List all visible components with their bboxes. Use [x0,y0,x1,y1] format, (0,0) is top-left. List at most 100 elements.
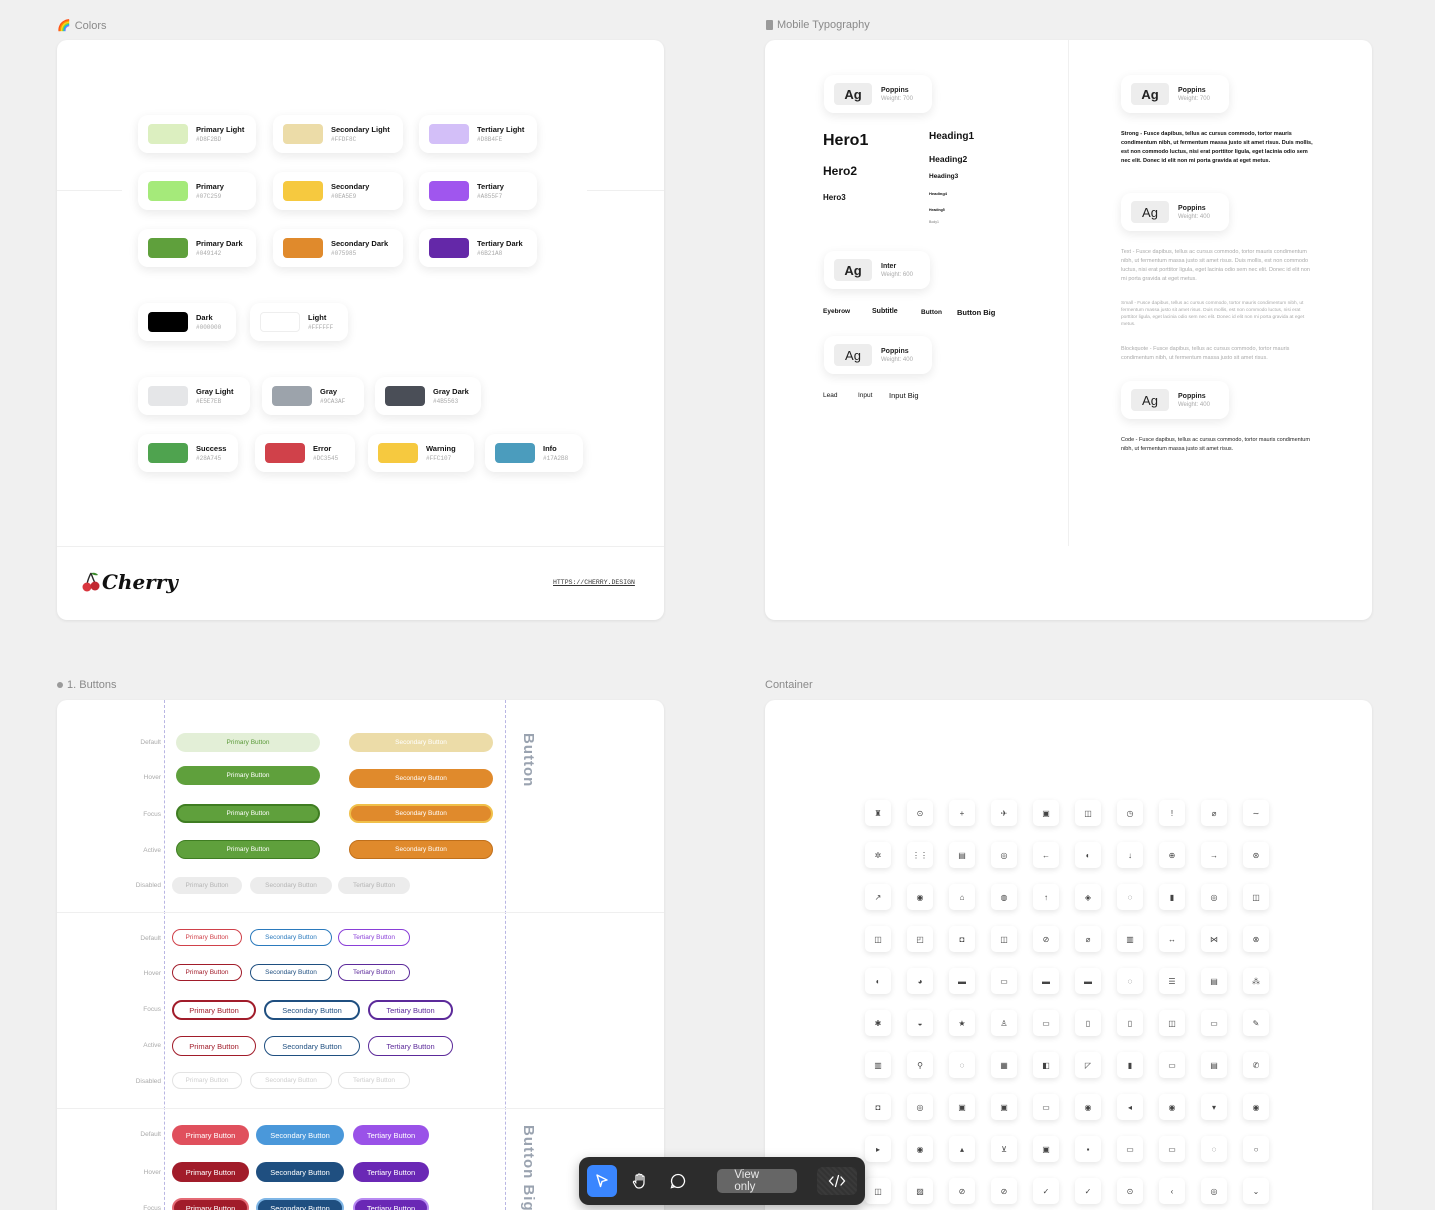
icon-tile[interactable]: ↗ [865,884,891,910]
icon-tile[interactable]: ∼ [1243,800,1269,826]
secondary-button[interactable]: Secondary Button [349,769,493,788]
icon-tile[interactable]: ▣ [1033,1136,1059,1162]
icon-tile[interactable]: ▾ [1201,1094,1227,1120]
primary-button[interactable]: Primary Button [172,929,242,946]
icon-tile[interactable]: ◷ [1117,800,1143,826]
icon-tile[interactable]: ⊘ [949,1178,975,1204]
primary-button[interactable]: Primary Button [172,1162,249,1182]
icon-tile[interactable]: ◧ [1033,1052,1059,1078]
icon-tile[interactable]: ✓ [1033,1178,1059,1204]
icon-tile[interactable]: ◸ [1075,1052,1101,1078]
colors-frame-label[interactable]: 🌈 Colors [57,19,107,33]
dev-mode-button[interactable] [817,1167,857,1195]
icon-tile[interactable]: ← [1033,842,1059,868]
secondary-button[interactable]: Secondary Button [256,1162,344,1182]
icon-tile[interactable]: ⋈ [1201,926,1227,952]
icon-tile[interactable]: ▭ [1159,1052,1185,1078]
icon-tile[interactable]: ◉ [1075,1094,1101,1120]
icon-tile[interactable]: ♙ [991,1010,1017,1036]
icon-tile[interactable]: ▥ [865,1052,891,1078]
icon-tile[interactable]: ▣ [1033,800,1059,826]
icon-tile[interactable]: ⊛ [1243,842,1269,868]
icon-tile[interactable]: ‹ [1159,1178,1185,1204]
icon-tile[interactable]: ▤ [949,842,975,868]
icon-tile[interactable]: ✱ [865,1010,891,1036]
primary-button[interactable]: Primary Button [172,1198,249,1210]
icon-tile[interactable]: ◉ [1159,1094,1185,1120]
primary-button[interactable]: Primary Button [176,804,320,823]
icon-tile[interactable]: ▭ [991,968,1017,994]
primary-button[interactable]: Primary Button [172,1125,249,1145]
buttons-frame-label[interactable]: 1. Buttons [57,679,117,691]
icon-tile[interactable]: ▴ [949,1136,975,1162]
secondary-button[interactable]: Secondary Button [256,1198,344,1210]
icon-tile[interactable]: + [949,800,975,826]
tertiary-button[interactable]: Tertiary Button [338,1072,410,1089]
icon-tile[interactable]: ▯ [1075,1010,1101,1036]
icon-tile[interactable]: ♜ [865,800,891,826]
view-only-badge[interactable]: View only [717,1169,798,1193]
icon-tile[interactable]: ◫ [1159,1010,1185,1036]
icon-tile[interactable]: ✲ [865,842,891,868]
icon-tile[interactable]: ⊻ [991,1136,1017,1162]
icon-tile[interactable]: ▬ [949,968,975,994]
primary-button[interactable]: Primary Button [172,1036,256,1056]
cherry-url-link[interactable]: HTTPS://CHERRY.DESIGN [553,579,635,586]
comment-tool-button[interactable] [663,1165,693,1197]
icon-tile[interactable]: ▸ [865,1136,891,1162]
icon-tile[interactable]: ★ [949,1010,975,1036]
secondary-button[interactable]: Secondary Button [250,929,332,946]
icon-tile[interactable]: ☰ [1159,968,1185,994]
icon-tile[interactable]: ✆ [1243,1052,1269,1078]
icon-tile[interactable]: ◕ [907,968,933,994]
icon-tile[interactable]: ◫ [1075,800,1101,826]
icon-tile[interactable]: ◘ [949,926,975,952]
icon-tile[interactable]: ◘ [865,1094,891,1120]
icon-tile[interactable]: ↓ [1117,842,1143,868]
icon-tile[interactable]: ◌ [1117,968,1143,994]
icon-tile[interactable]: ✈ [991,800,1017,826]
primary-button[interactable]: Primary Button [172,1000,256,1020]
secondary-button[interactable]: Secondary Button [256,1125,344,1145]
icon-tile[interactable]: ▮ [1117,1052,1143,1078]
primary-button[interactable]: Primary Button [176,733,320,752]
tertiary-button[interactable]: Tertiary Button [368,1036,453,1056]
icon-tile[interactable]: ⚲ [907,1052,933,1078]
secondary-button[interactable]: Secondary Button [349,840,493,859]
icon-tile[interactable]: ◌ [949,1052,975,1078]
icon-tile[interactable]: ▥ [1117,926,1143,952]
icon-tile[interactable]: ▭ [1159,1136,1185,1162]
icon-tile[interactable]: ✎ [1243,1010,1269,1036]
tertiary-button[interactable]: Tertiary Button [338,964,410,981]
icon-tile[interactable]: ◐ [1075,842,1101,868]
container-frame-label[interactable]: Container [765,679,813,691]
tertiary-button[interactable]: Tertiary Button [353,1125,429,1145]
icon-tile[interactable]: ◎ [907,1094,933,1120]
secondary-button[interactable]: Secondary Button [264,1000,360,1020]
icon-tile[interactable]: ◫ [1243,884,1269,910]
icon-tile[interactable]: ▬ [1075,968,1101,994]
icon-tile[interactable]: ◎ [1201,884,1227,910]
icon-tile[interactable]: ◈ [1075,884,1101,910]
secondary-button[interactable]: Secondary Button [250,877,332,894]
primary-button[interactable]: Primary Button [172,877,242,894]
icon-tile[interactable]: ⌀ [1075,926,1101,952]
icon-tile[interactable]: ▨ [907,1178,933,1204]
icon-tile[interactable]: ◉ [907,884,933,910]
icon-tile[interactable]: ⊗ [1243,926,1269,952]
icon-tile[interactable]: ◎ [991,842,1017,868]
icon-tile[interactable]: ▭ [1033,1010,1059,1036]
icon-tile[interactable]: ⊕ [1159,842,1185,868]
icon-tile[interactable]: ▤ [1201,1052,1227,1078]
icon-tile[interactable]: ◐ [865,968,891,994]
icon-tile[interactable]: ◂ [1117,1094,1143,1120]
icon-tile[interactable]: ⁂ [1243,968,1269,994]
icon-tile[interactable]: ◫ [865,1178,891,1204]
icon-tile[interactable]: ◫ [991,926,1017,952]
tertiary-button[interactable]: Tertiary Button [368,1000,453,1020]
primary-button[interactable]: Primary Button [176,840,320,859]
tertiary-button[interactable]: Tertiary Button [338,929,410,946]
secondary-button[interactable]: Secondary Button [264,1036,360,1056]
icon-tile[interactable]: ⊙ [907,800,933,826]
icon-tile[interactable]: ▬ [1033,968,1059,994]
